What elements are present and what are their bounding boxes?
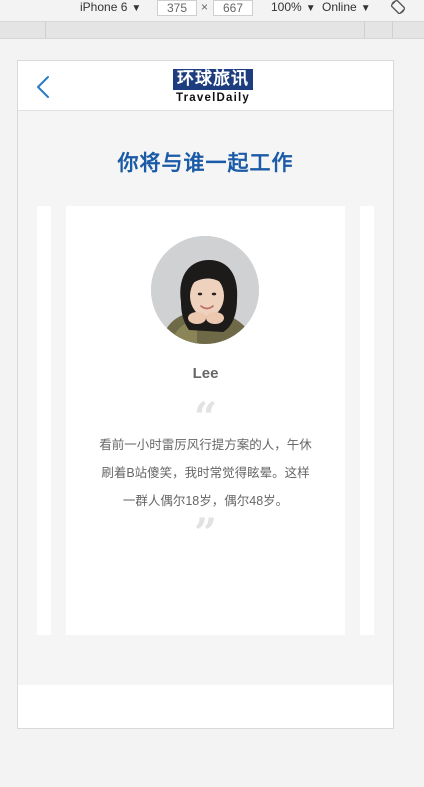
traveldaily-logo[interactable]: 环球旅讯 TravelDaily [171,69,255,105]
chevron-down-icon: ▼ [360,3,371,14]
network-label: Online [322,0,357,14]
open-quote-icon: “ [193,398,217,424]
network-select[interactable]: Online ▼ [322,0,371,16]
device-viewport: 环球旅讯 TravelDaily 你将与谁一起工作 Lee “ 看前一小时雷厉风… [17,60,394,729]
carousel-prev-card[interactable] [37,206,51,635]
close-quote-icon: ” [193,514,217,540]
testimonial-card[interactable]: Lee “ 看前一小时雷厉风行提方案的人，午休 刷着B站傻笑，我时常觉得眩晕。这… [66,206,345,635]
rotate-icon[interactable] [391,0,405,14]
page-footer [18,685,393,728]
quote-line: 一群人偶尔18岁，偶尔48岁。 [122,494,289,508]
chevron-down-icon: ▼ [131,3,142,14]
quote-line: 刷着B站傻笑，我时常觉得眩晕。这样 [101,466,310,480]
logo-chinese: 环球旅讯 [173,69,253,90]
zoom-select[interactable]: 100% ▼ [271,0,316,16]
height-input[interactable]: 667 [213,0,253,16]
devtools-toolbar: iPhone 6 ▼ 375 × 667 100% ▼ Online ▼ [0,0,424,16]
media-query-ruler [0,21,424,39]
back-button[interactable] [32,73,56,101]
person-name: Lee [192,365,219,382]
chevron-down-icon: ▼ [305,3,316,14]
dimension-separator: × [201,0,209,14]
zoom-label: 100% [271,0,302,14]
avatar [151,236,259,344]
carousel-next-card[interactable] [360,206,374,635]
logo-english: TravelDaily [176,92,250,104]
quote-line: 看前一小时雷厉风行提方案的人，午休 [99,438,312,452]
width-input[interactable]: 375 [157,0,197,16]
team-section: 你将与谁一起工作 Lee “ 看前一小时雷厉风行提方案的人，午休 刷着B站傻笑，… [18,111,393,685]
app-header: 环球旅讯 TravelDaily [18,61,393,111]
avatar-photo [151,236,259,344]
device-label: iPhone 6 [80,0,128,14]
testimonial-quote: 看前一小时雷厉风行提方案的人，午休 刷着B站傻笑，我时常觉得眩晕。这样 一群人偶… [84,431,327,515]
section-title: 你将与谁一起工作 [117,152,294,175]
device-select[interactable]: iPhone 6 ▼ [80,0,141,16]
